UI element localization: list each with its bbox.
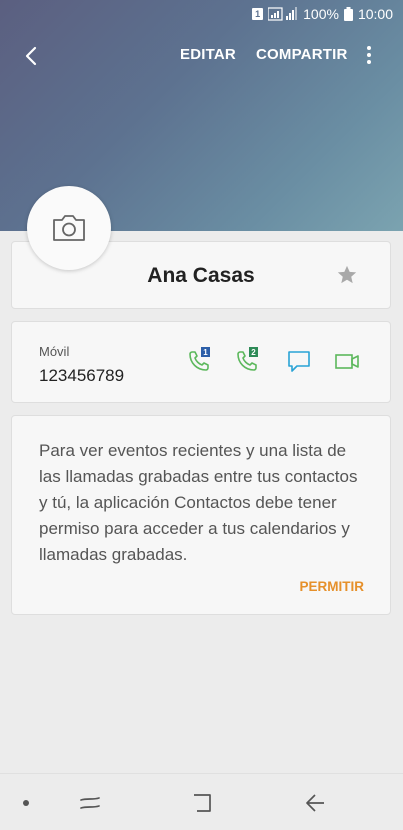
navigation-bar — [0, 773, 403, 830]
video-camera-icon — [335, 354, 359, 369]
phone-number[interactable]: 123456789 — [39, 366, 124, 386]
call-sim2-button[interactable]: 2 — [234, 347, 262, 375]
recent-apps-button[interactable] — [77, 790, 103, 816]
toolbar: EDITAR COMPARTIR — [0, 36, 403, 76]
favorite-button[interactable] — [336, 264, 358, 286]
battery-percent: 100% — [303, 6, 339, 22]
back-button[interactable] — [18, 42, 46, 70]
phone-sim1-icon: 1 — [189, 347, 210, 371]
share-button[interactable]: COMPARTIR — [256, 46, 348, 63]
more-options-button[interactable] — [359, 44, 379, 68]
home-icon — [194, 794, 211, 812]
recent-apps-icon — [80, 797, 100, 809]
status-bar: 1 100% 10:00 — [0, 0, 403, 30]
permission-card: Para ver eventos recientes y una lista d… — [11, 415, 391, 615]
camera-icon — [53, 215, 85, 241]
sim2-badge-text: 2 — [251, 348, 256, 357]
permission-message: Para ver eventos recientes y una lista d… — [39, 441, 358, 564]
call-sim1-button[interactable]: 1 — [186, 347, 214, 375]
phone-card: Móvil 123456789 1 2 — [11, 321, 391, 403]
message-icon — [288, 351, 310, 372]
nav-dot-button[interactable] — [23, 800, 29, 806]
back-nav-button[interactable] — [302, 790, 328, 816]
phone-type-label: Móvil — [39, 344, 70, 359]
message-button[interactable] — [285, 347, 313, 375]
more-dot — [367, 46, 371, 50]
edit-button[interactable]: EDITAR — [180, 46, 236, 63]
video-call-button[interactable] — [333, 347, 361, 375]
star-icon — [337, 265, 357, 284]
phone-sim2-icon: 2 — [237, 347, 258, 371]
clock: 10:00 — [357, 6, 393, 22]
more-dot — [367, 60, 371, 64]
signal-icon — [268, 7, 298, 21]
contact-photo-button[interactable] — [27, 186, 111, 270]
back-arrow-icon — [25, 46, 37, 66]
home-button[interactable] — [189, 790, 215, 816]
more-dot — [367, 53, 371, 57]
allow-button[interactable]: PERMITIR — [299, 579, 364, 594]
sim-indicator-icon: 1 — [252, 8, 264, 20]
battery-icon — [343, 7, 353, 21]
back-nav-icon — [306, 794, 324, 812]
sim1-badge-text: 1 — [203, 348, 208, 357]
